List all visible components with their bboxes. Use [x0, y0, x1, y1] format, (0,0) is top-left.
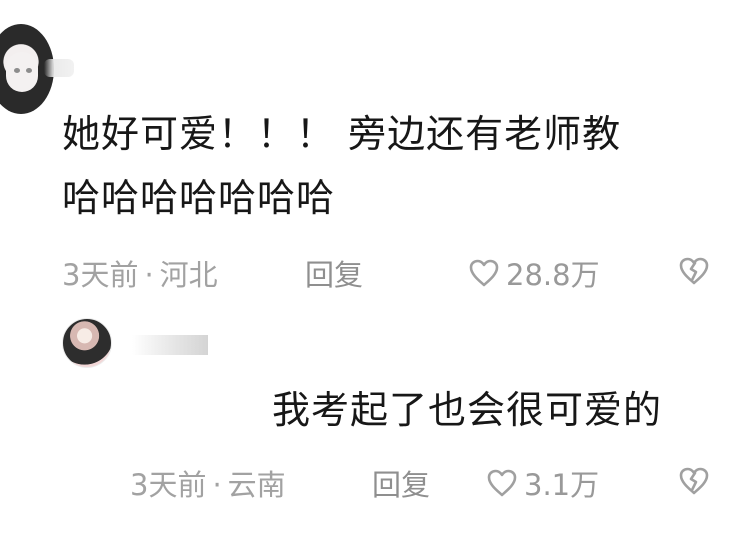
comment-meta: 3天前 · 河北 [62, 252, 218, 294]
reply-like-button[interactable]: 3.1万 [486, 462, 599, 504]
comment-time: 3天前 [62, 258, 139, 292]
reply-time: 3天前 [130, 468, 207, 502]
reply-dislike-button[interactable] [678, 466, 710, 496]
reply-separator: · [212, 468, 222, 502]
broken-heart-icon [678, 466, 710, 496]
reply-reply-button[interactable]: 回复 [372, 462, 430, 504]
reply-location: 云南 [227, 468, 286, 502]
comment-username-redacted [44, 59, 74, 77]
comment-dislike-button[interactable] [678, 256, 710, 286]
avatar-face [6, 52, 38, 92]
heart-icon [468, 258, 500, 288]
comment-separator: · [144, 258, 154, 292]
comment-text: 她好可爱！！！ 旁边还有老师教 哈哈哈哈哈哈哈 [62, 112, 622, 220]
reply-meta: 3天前 · 云南 [130, 462, 286, 504]
heart-icon [486, 468, 518, 498]
avatar-eye-left [14, 68, 20, 73]
reply-like-count: 3.1万 [524, 468, 600, 502]
comment-reply-button[interactable]: 回复 [305, 252, 363, 294]
avatar-eye-right [26, 68, 32, 73]
reply-avatar[interactable] [62, 318, 112, 368]
comment-like-button[interactable]: 28.8万 [468, 252, 600, 294]
comment-location: 河北 [159, 258, 218, 292]
broken-heart-icon [678, 256, 710, 286]
reply-username-redacted [132, 335, 208, 355]
reply-text: 我考起了也会很可爱的 [272, 388, 663, 432]
comment-like-count: 28.8万 [506, 258, 600, 292]
